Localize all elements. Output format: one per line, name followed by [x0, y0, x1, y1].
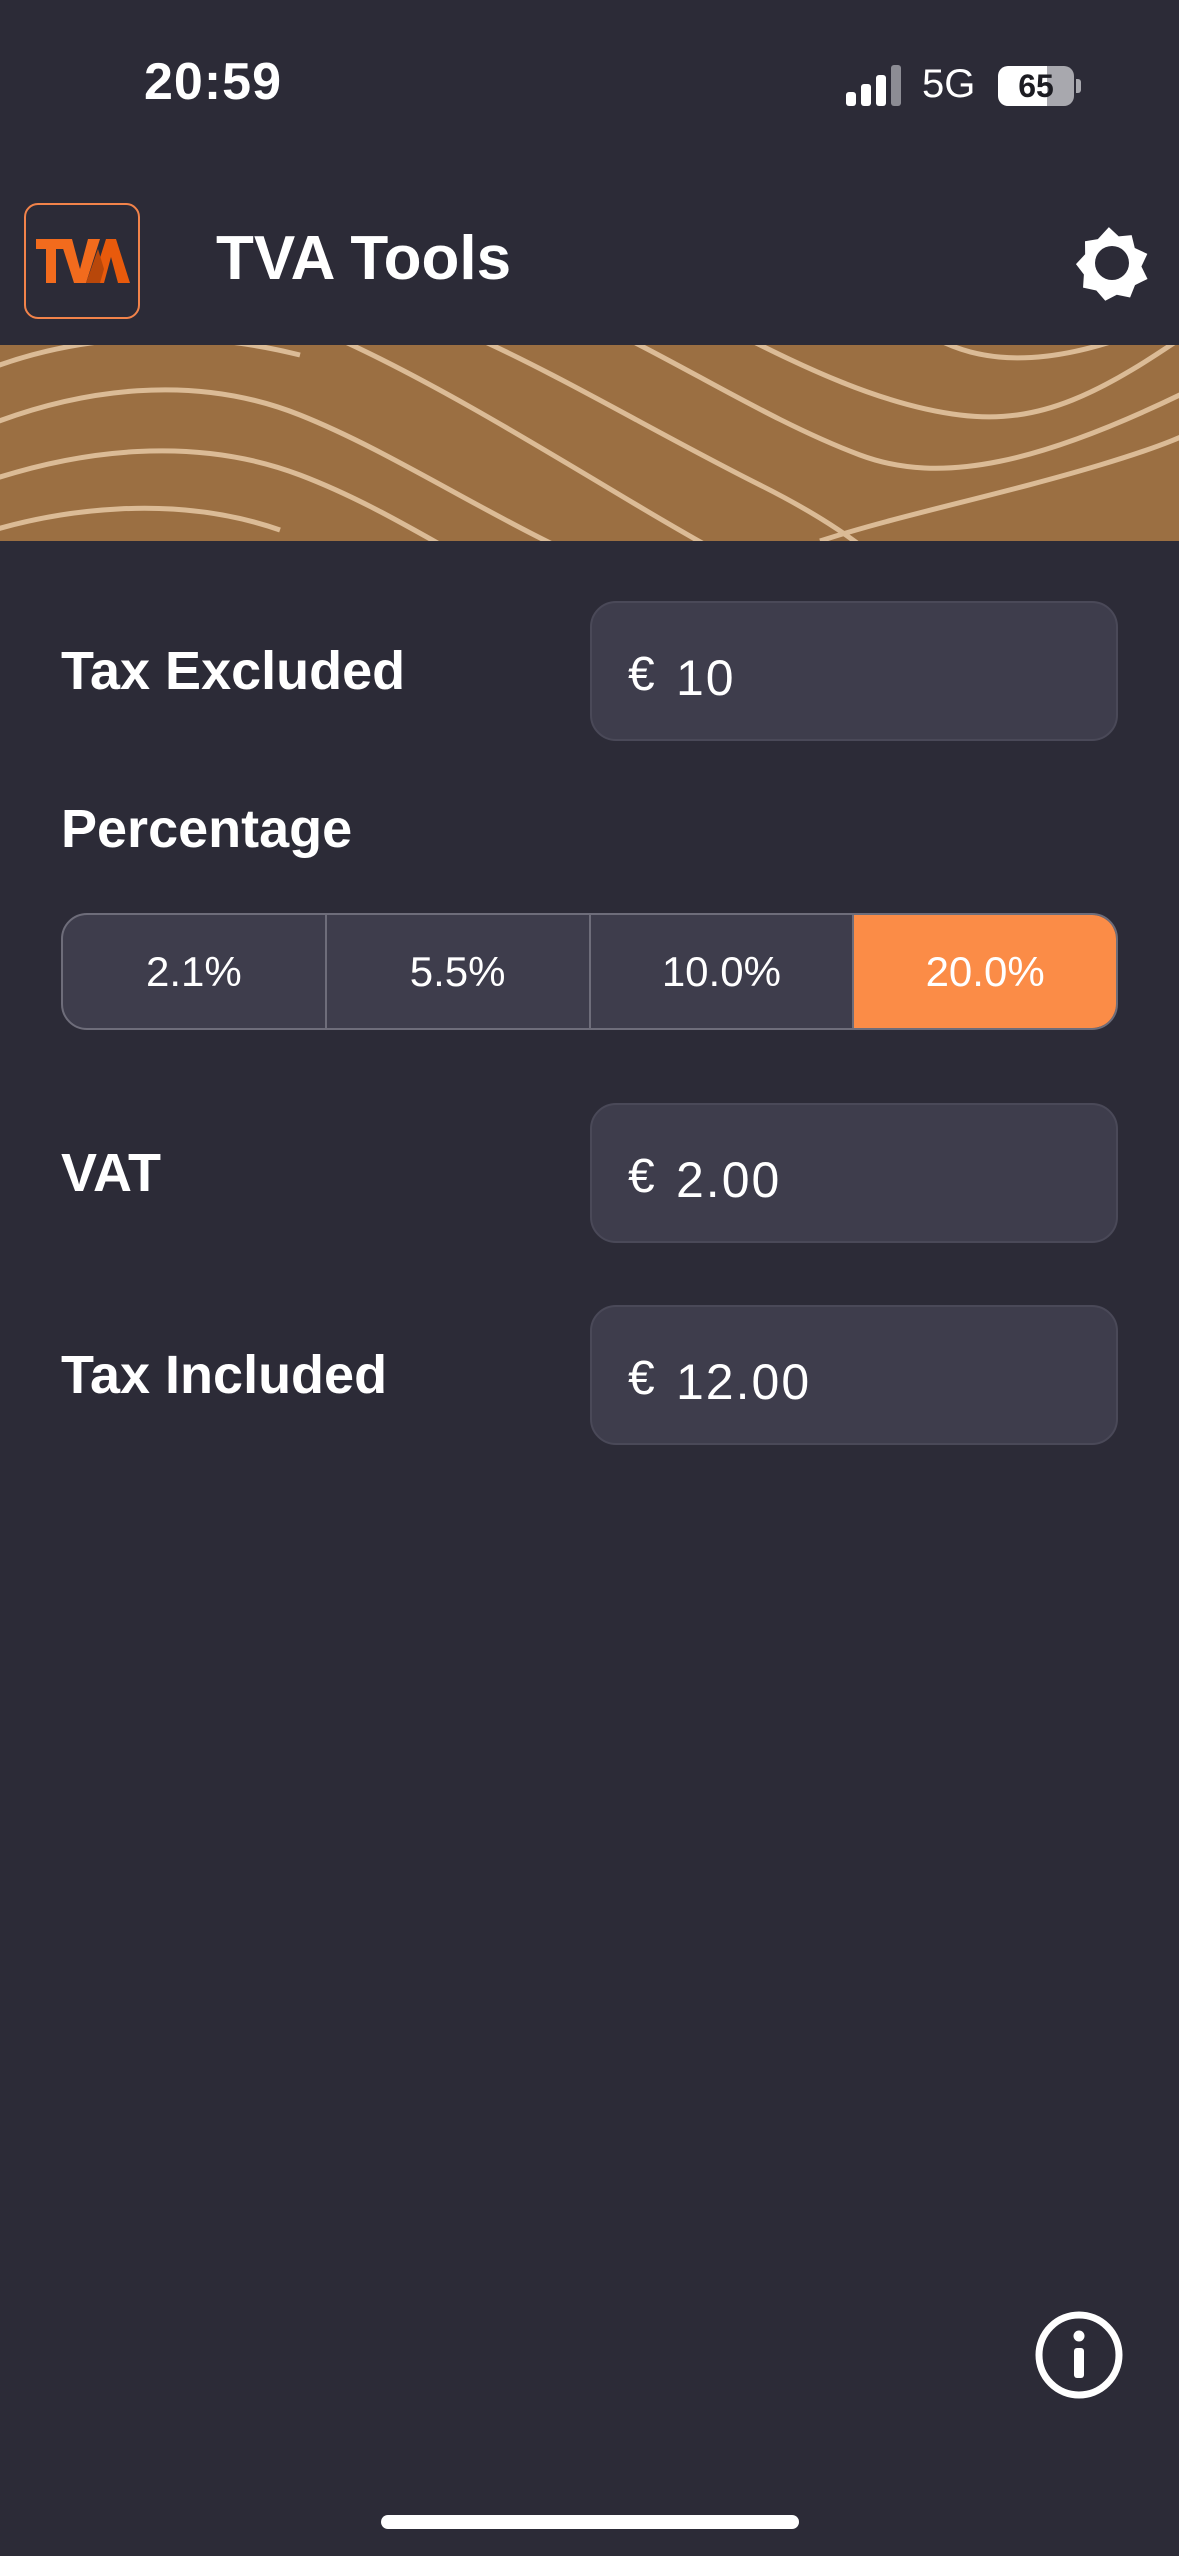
gear-icon[interactable] [1074, 225, 1150, 301]
battery-level: 65 [1018, 68, 1054, 104]
vat-label: VAT [61, 1143, 161, 1203]
tax-excluded-input[interactable]: € 10 [590, 601, 1118, 741]
home-indicator[interactable] [381, 2515, 799, 2529]
percentage-option-2-1[interactable]: 2.1% [63, 915, 327, 1028]
tax-included-label: Tax Included [61, 1345, 388, 1405]
status-time: 20:59 [144, 53, 282, 111]
percentage-selector: 2.1% 5.5% 10.0% 20.0% [61, 913, 1118, 1030]
currency-symbol: € [628, 648, 655, 701]
app-header: TVA Tools [0, 175, 1179, 345]
percentage-option-20-0[interactable]: 20.0% [854, 915, 1116, 1028]
tax-excluded-value: 10 [676, 650, 736, 706]
app-logo [24, 203, 140, 319]
signal-icon [846, 65, 901, 106]
tva-tools-screen: 20:59 5G 65 TVA Tools Tax Excluded € 10 … [0, 0, 1179, 2556]
percentage-option-10-0[interactable]: 10.0% [591, 915, 855, 1028]
tax-excluded-label: Tax Excluded [61, 641, 406, 701]
app-title: TVA Tools [216, 224, 512, 293]
tax-included-input[interactable]: € 12.00 [590, 1305, 1118, 1445]
battery-icon: 65 [998, 64, 1081, 108]
vat-value: 2.00 [676, 1152, 782, 1208]
tax-included-value: 12.00 [676, 1354, 812, 1410]
tva-logo-icon [36, 239, 130, 283]
status-bar: 20:59 5G 65 [0, 0, 1179, 175]
decorative-banner [0, 345, 1179, 541]
currency-symbol: € [628, 1150, 655, 1203]
percentage-label: Percentage [61, 799, 353, 859]
battery-tip [1076, 79, 1081, 93]
vat-input[interactable]: € 2.00 [590, 1103, 1118, 1243]
battery-body: 65 [998, 66, 1074, 106]
wave-pattern [0, 345, 1179, 541]
network-label: 5G [922, 62, 976, 106]
percentage-option-5-5[interactable]: 5.5% [327, 915, 591, 1028]
currency-symbol: € [628, 1352, 655, 1405]
info-icon[interactable] [1034, 2310, 1124, 2400]
